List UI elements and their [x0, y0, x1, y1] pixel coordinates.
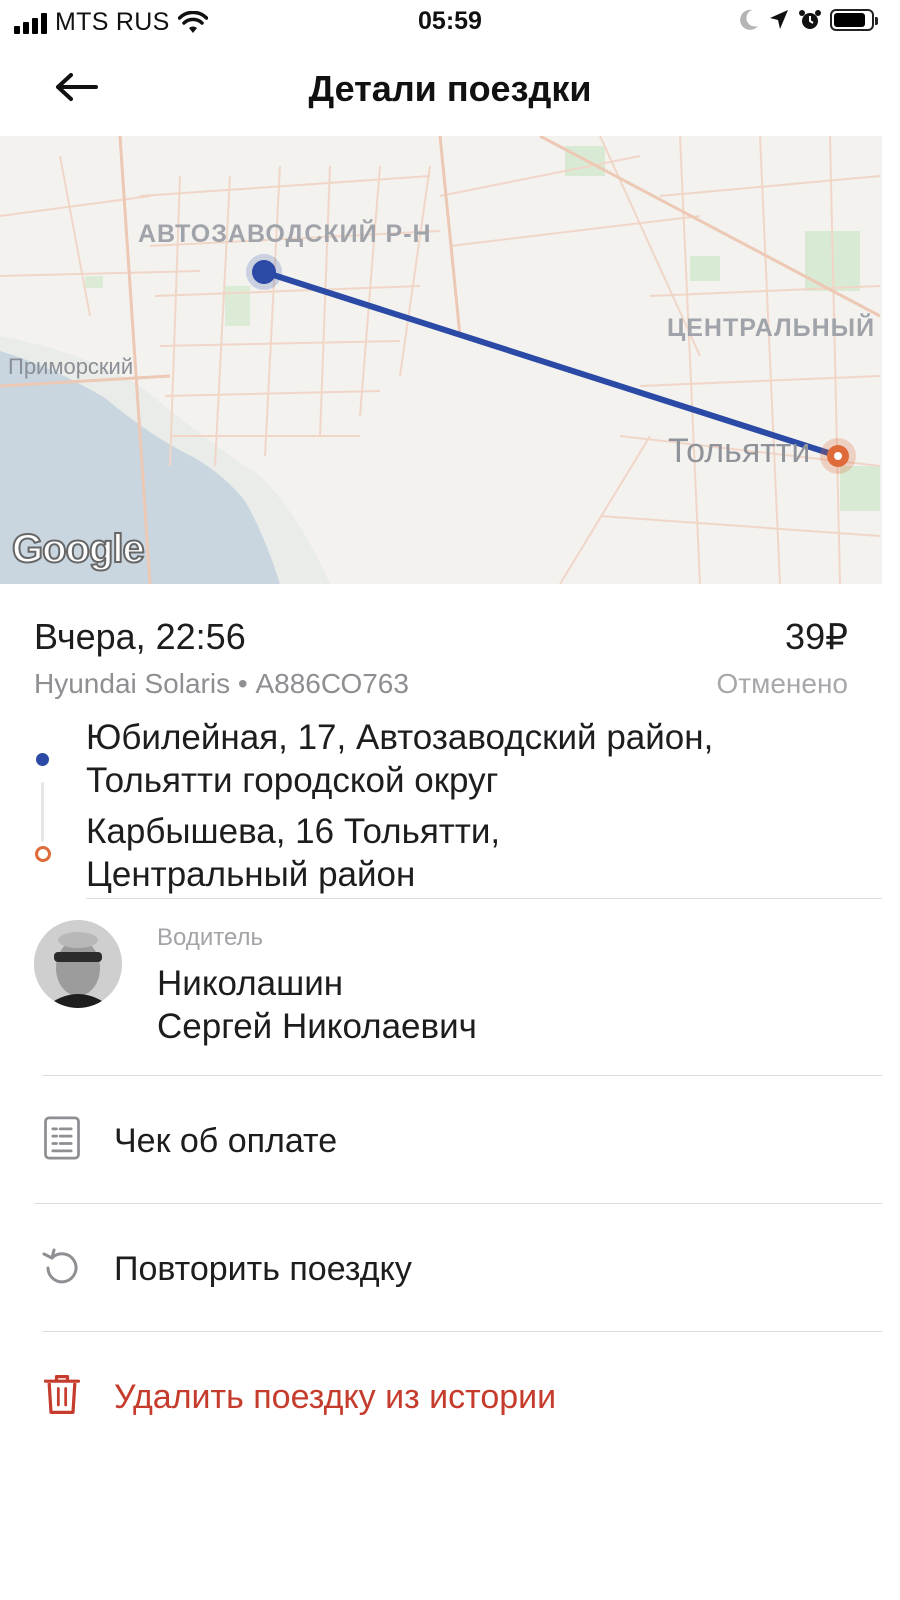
trip-datetime: Вчера, 22:56 — [34, 616, 246, 657]
receipt-label: Чек об оплате — [114, 1122, 338, 1160]
receipt-icon — [44, 1116, 80, 1160]
trip-car-info: Hyundai Solaris • А886СО763 — [34, 668, 409, 699]
trip-price: 39₽ — [785, 616, 848, 657]
trip-status: Отменено — [716, 668, 849, 699]
repeat-icon — [42, 1248, 78, 1284]
alarm-icon — [799, 10, 821, 29]
driver-name: Николашин Сергей Николаевич — [157, 962, 477, 1048]
route-path — [261, 269, 841, 459]
end-point-icon — [35, 846, 51, 862]
map-label-city: Тольятти — [668, 432, 811, 470]
start-point-icon — [36, 753, 49, 766]
google-logo: Google — [11, 526, 146, 572]
map-label-avtozavodsky: АВТОЗАВОДСКИЙ Р-Н — [138, 220, 432, 248]
driver-avatar — [34, 920, 122, 1008]
divider — [34, 1203, 882, 1204]
address-to-line2: Центральный район — [86, 855, 416, 894]
page-title: Детали поездки — [308, 68, 592, 109]
route-end-center — [834, 452, 842, 460]
route-map[interactable]: АВТОЗАВОДСКИЙ Р-Н ЦЕНТРАЛЬНЫЙ Приморский… — [0, 136, 882, 584]
driver-name-line2: Сергей Николаевич — [157, 1007, 477, 1046]
driver-name-line1: Николашин — [157, 964, 344, 1003]
battery-icon — [830, 9, 878, 31]
battery-level — [834, 13, 865, 27]
address-from-line1: Юбилейная, 17, Автозаводский район, — [86, 718, 714, 757]
divider — [42, 1075, 882, 1076]
route-start-marker — [252, 260, 276, 284]
address-to: Карбышева, 16 Тольятти, Центральный райо… — [86, 810, 500, 896]
moon-icon — [740, 9, 758, 30]
nav-bar: Детали поездки — [0, 50, 900, 130]
route-connector — [41, 782, 44, 842]
divider — [42, 1331, 882, 1332]
delete-trip-label: Удалить поездку из истории — [114, 1378, 557, 1416]
address-from: Юбилейная, 17, Автозаводский район, Толь… — [86, 716, 713, 802]
repeat-trip-button[interactable]: Повторить поездку — [0, 1208, 882, 1328]
trash-icon — [43, 1374, 81, 1414]
divider — [86, 898, 882, 899]
delete-trip-button[interactable]: Удалить поездку из истории — [0, 1336, 882, 1456]
avatar-image — [34, 920, 122, 1008]
address-from-line2: Тольятти городской округ — [86, 761, 499, 800]
map-label-central: ЦЕНТРАЛЬНЫЙ — [667, 314, 876, 342]
driver-caption: Водитель — [157, 924, 264, 951]
map-label-primorsky: Приморский — [8, 354, 134, 379]
address-to-line1: Карбышева, 16 Тольятти, — [86, 812, 501, 851]
receipt-button[interactable]: Чек об оплате — [0, 1080, 882, 1200]
status-bar: MTS RUS 05:59 — [0, 0, 900, 44]
location-arrow-icon — [770, 10, 788, 29]
status-right — [738, 8, 878, 32]
repeat-trip-label: Повторить поездку — [114, 1250, 412, 1288]
